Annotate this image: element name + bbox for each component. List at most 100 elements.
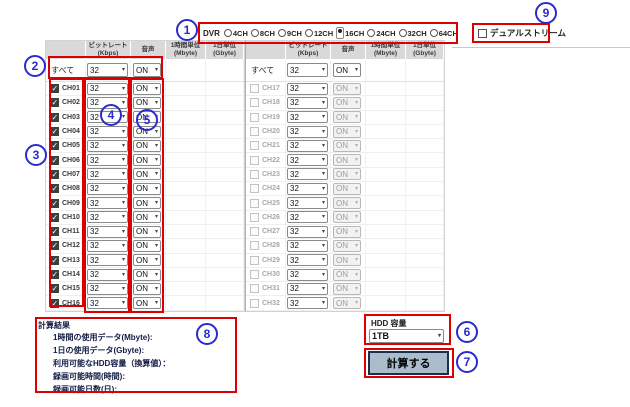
all-bitrate-select[interactable]: 32 ▾ (287, 63, 328, 77)
calculate-button[interactable]: 計算する (368, 351, 449, 375)
channel-checkbox[interactable] (50, 156, 59, 165)
dvr-radio-24ch[interactable]: 24CH (367, 29, 395, 38)
channel-checkbox[interactable] (50, 241, 59, 250)
audio-select[interactable]: ON▾ (133, 83, 161, 95)
channel-checkbox[interactable] (50, 299, 59, 308)
bitrate-select[interactable]: 32▾ (287, 126, 328, 138)
audio-select: ON▾ (333, 197, 361, 209)
bitrate-select[interactable]: 32▾ (87, 154, 128, 166)
bitrate-select[interactable]: 32▾ (287, 283, 328, 295)
audio-select[interactable]: ON▾ (133, 254, 161, 266)
bitrate-select[interactable]: 32▾ (287, 226, 328, 238)
bitrate-select[interactable]: 32▾ (87, 168, 128, 180)
dvr-radio-9ch[interactable]: 9CH (278, 29, 302, 38)
all-bitrate-select[interactable]: 32 ▾ (87, 63, 128, 77)
audio-select: ON▾ (333, 297, 361, 309)
channel-label: CH18 (262, 99, 280, 106)
channel-checkbox[interactable] (50, 227, 59, 236)
channel-row-ch11: CH1132▾ON▾ (46, 225, 244, 239)
bitrate-select[interactable]: 32▾ (287, 83, 328, 95)
audio-select[interactable]: ON▾ (133, 240, 161, 252)
channel-checkbox[interactable] (50, 113, 59, 122)
hour-unit-cell (366, 268, 406, 281)
channel-row-ch06: CH0632▾ON▾ (46, 153, 244, 167)
bitrate-select[interactable]: 32▾ (87, 254, 128, 266)
hour-unit-cell (166, 225, 206, 238)
bitrate-select[interactable]: 32▾ (287, 97, 328, 109)
bitrate-select[interactable]: 32▾ (287, 111, 328, 123)
audio-cell: ON▾ (131, 296, 166, 309)
audio-select[interactable]: ON▾ (133, 211, 161, 223)
dvr-radio-12ch[interactable]: 12CH (305, 29, 333, 38)
bitrate-select[interactable]: 32▾ (287, 197, 328, 209)
audio-select[interactable]: ON▾ (133, 197, 161, 209)
channel-checkbox[interactable] (50, 256, 59, 265)
bitrate-select[interactable]: 32▾ (87, 269, 128, 281)
bitrate-select[interactable]: 32▾ (287, 183, 328, 195)
channel-checkbox[interactable] (50, 141, 59, 150)
bitrate-select[interactable]: 32▾ (287, 154, 328, 166)
bitrate-select[interactable]: 32▾ (87, 211, 128, 223)
bitrate-select[interactable]: 32▾ (287, 269, 328, 281)
channel-checkbox[interactable] (50, 84, 59, 93)
bitrate-select-value: 32 (290, 299, 299, 308)
dvr-radio-32ch[interactable]: 32CH (399, 29, 427, 38)
bitrate-select[interactable]: 32▾ (87, 283, 128, 295)
channel-label: CH05 (62, 142, 80, 149)
audio-select-value: ON (336, 299, 348, 308)
channel-label: CH03 (62, 114, 80, 121)
audio-select[interactable]: ON▾ (133, 269, 161, 281)
dvr-radio-64ch[interactable]: 64CH (430, 29, 458, 38)
channel-checkbox[interactable] (50, 127, 59, 136)
dvr-radio-4ch[interactable]: 4CH (224, 29, 248, 38)
annotation-2: 2 (24, 55, 46, 77)
all-hour-cell (366, 59, 406, 81)
bitrate-select[interactable]: 32▾ (87, 83, 128, 95)
channel-checkbox (250, 113, 259, 122)
day-unit-cell (206, 139, 244, 152)
bitrate-select[interactable]: 32▾ (287, 140, 328, 152)
bitrate-select[interactable]: 32▾ (287, 254, 328, 266)
bitrate-select[interactable]: 32▾ (87, 226, 128, 238)
hdd-capacity-select[interactable]: 1TB ▾ (369, 329, 444, 343)
channel-cell: CH22 (246, 153, 286, 166)
bitrate-select[interactable]: 32▾ (287, 297, 328, 309)
bitrate-cell: 32▾ (286, 111, 331, 124)
channel-checkbox[interactable] (50, 170, 59, 179)
audio-select[interactable]: ON▾ (133, 168, 161, 180)
bitrate-select[interactable]: 32▾ (87, 126, 128, 138)
bitrate-select[interactable]: 32▾ (87, 240, 128, 252)
channel-checkbox[interactable] (50, 213, 59, 222)
dual-stream-checkbox[interactable] (478, 29, 487, 38)
audio-select[interactable]: ON▾ (133, 226, 161, 238)
channel-checkbox[interactable] (50, 98, 59, 107)
chevron-down-icon: ▾ (355, 171, 358, 177)
channel-checkbox[interactable] (50, 284, 59, 293)
day-unit-cell (406, 82, 444, 95)
bitrate-select[interactable]: 32▾ (287, 168, 328, 180)
dvr-radio-8ch[interactable]: 8CH (251, 29, 275, 38)
audio-select[interactable]: ON▾ (133, 183, 161, 195)
bitrate-select[interactable]: 32▾ (287, 240, 328, 252)
audio-select-value: ON (336, 270, 348, 279)
audio-select[interactable]: ON▾ (133, 283, 161, 295)
bitrate-select[interactable]: 32▾ (87, 140, 128, 152)
bitrate-select[interactable]: 32▾ (287, 211, 328, 223)
channel-checkbox[interactable] (50, 270, 59, 279)
audio-select[interactable]: ON▾ (133, 154, 161, 166)
bitrate-select[interactable]: 32▾ (87, 197, 128, 209)
audio-select[interactable]: ON▾ (133, 297, 161, 309)
audio-select[interactable]: ON▾ (133, 140, 161, 152)
all-audio-select[interactable]: ON ▾ (333, 63, 361, 77)
all-audio-select[interactable]: ON ▾ (133, 63, 161, 77)
dvr-radio-16ch[interactable]: 16CH (336, 27, 364, 39)
radio-icon (399, 29, 407, 37)
bitrate-select-value: 32 (290, 84, 299, 93)
channel-cell: CH29 (246, 254, 286, 267)
audio-select[interactable]: ON▾ (133, 97, 161, 109)
channel-checkbox[interactable] (50, 184, 59, 193)
channel-checkbox[interactable] (50, 199, 59, 208)
bitrate-select[interactable]: 32▾ (87, 297, 128, 309)
bitrate-cell: 32▾ (286, 96, 331, 109)
bitrate-select[interactable]: 32▾ (87, 183, 128, 195)
